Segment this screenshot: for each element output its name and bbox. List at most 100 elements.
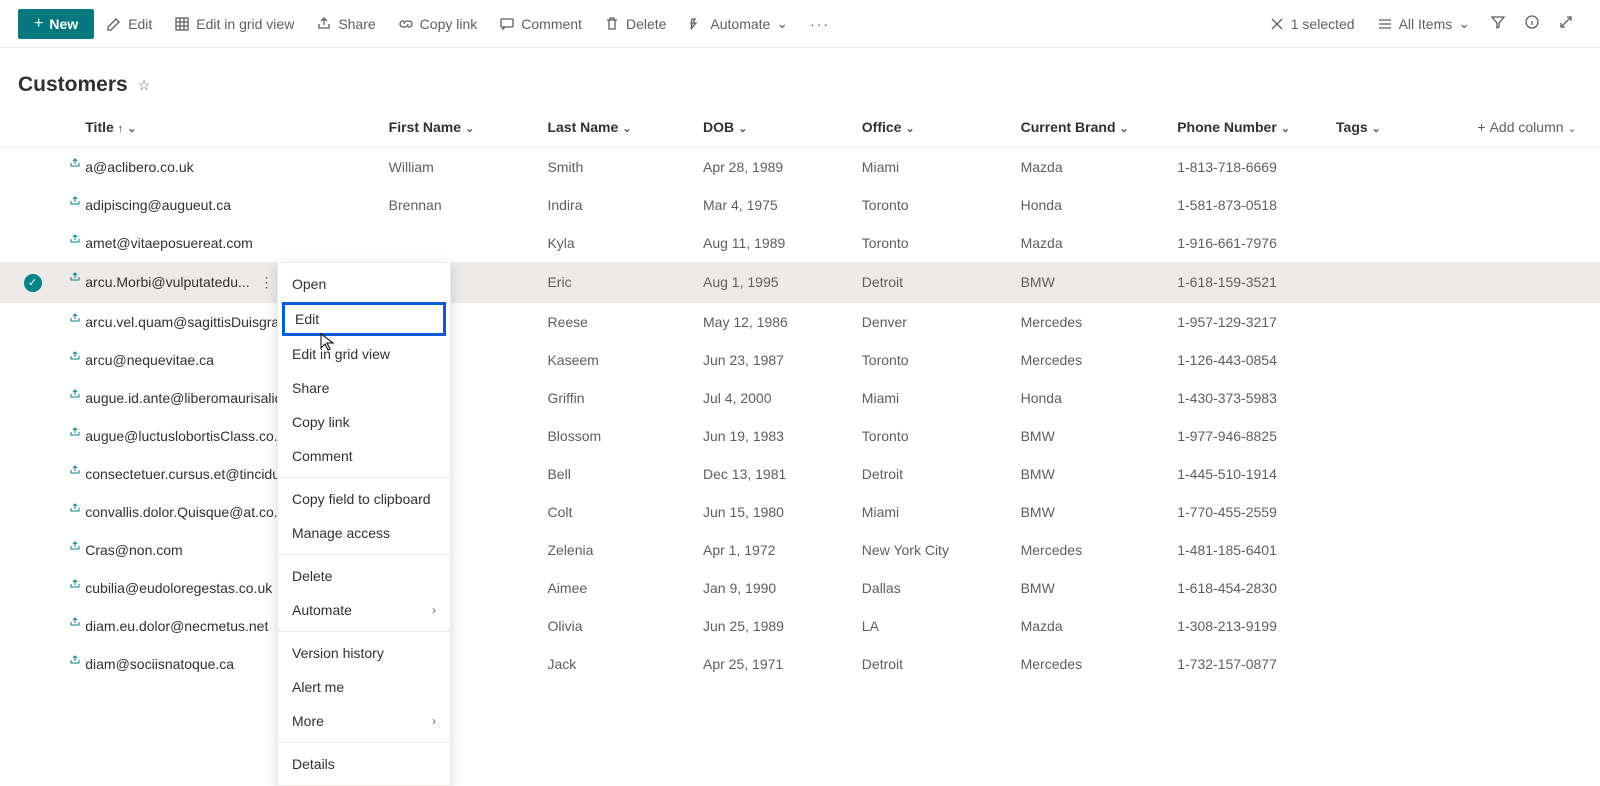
item-share-icon — [70, 234, 80, 244]
cell-dob: Jul 4, 2000 — [695, 379, 854, 417]
comment-button[interactable]: Comment — [489, 10, 592, 38]
row-more-icon[interactable]: ⋮ — [254, 274, 280, 290]
col-office[interactable]: Office⌄ — [854, 107, 1013, 148]
cell-office: Detroit — [854, 645, 1013, 683]
cm-open[interactable]: Open — [278, 267, 450, 301]
row-select[interactable] — [0, 186, 65, 224]
chevron-down-icon: ⌄ — [905, 123, 914, 135]
cm-details[interactable]: Details — [278, 747, 450, 781]
row-select[interactable] — [0, 531, 65, 569]
col-tags[interactable]: Tags⌄ — [1328, 107, 1469, 148]
cell-last: Eric — [539, 262, 695, 303]
cell-last: Zelenia — [539, 531, 695, 569]
cm-copy-link[interactable]: Copy link — [278, 405, 450, 439]
cell-brand: BMW — [1013, 569, 1170, 607]
checkmark-icon[interactable]: ✓ — [24, 274, 42, 292]
selection-count[interactable]: 1 selected — [1259, 16, 1365, 32]
new-button[interactable]: +New — [18, 9, 94, 39]
cell-office: Toronto — [854, 186, 1013, 224]
cell-title[interactable]: a@aclibero.co.uk — [65, 148, 380, 187]
close-icon — [1269, 16, 1285, 32]
cell-phone: 1-445-510-1914 — [1169, 455, 1328, 493]
item-share-icon — [70, 503, 80, 513]
automate-button[interactable]: Automate⌄ — [678, 9, 798, 38]
row-select[interactable] — [0, 417, 65, 455]
cell-office: New York City — [854, 531, 1013, 569]
copy-link-label: Copy link — [420, 16, 478, 32]
table-row[interactable]: cubilia@eudoloregestas.co.uk AimeeJan 9,… — [0, 569, 1600, 607]
col-last-name[interactable]: Last Name⌄ — [539, 107, 695, 148]
table-row[interactable]: Cras@non.com ZeleniaApr 1, 1972New York … — [0, 531, 1600, 569]
cm-alert-me[interactable]: Alert me — [278, 670, 450, 704]
table-row[interactable]: amet@vitaeposuereat.com KylaAug 11, 1989… — [0, 224, 1600, 262]
col-title[interactable]: Title ↑⌄ — [65, 107, 380, 148]
cell-dob: Apr 25, 1971 — [695, 645, 854, 683]
cm-comment[interactable]: Comment — [278, 439, 450, 473]
cm-more[interactable]: More› — [278, 704, 450, 738]
cm-edit[interactable]: Edit — [282, 302, 446, 336]
table-row[interactable]: arcu@nequevitae.ca KaseemJun 23, 1987Tor… — [0, 341, 1600, 379]
delete-button[interactable]: Delete — [594, 10, 676, 38]
chevron-down-icon: ⌄ — [1372, 123, 1381, 135]
row-select[interactable] — [0, 341, 65, 379]
cm-delete[interactable]: Delete — [278, 559, 450, 593]
cm-edit-grid[interactable]: Edit in grid view — [278, 337, 450, 371]
row-select[interactable] — [0, 379, 65, 417]
share-button[interactable]: Share — [306, 10, 385, 38]
expand-button[interactable] — [1550, 8, 1582, 39]
cell-office: Miami — [854, 379, 1013, 417]
cell-brand: Mazda — [1013, 148, 1170, 187]
cell-first: Brennan — [381, 186, 540, 224]
favorite-star-icon[interactable]: ☆ — [138, 77, 151, 94]
mouse-cursor-icon — [320, 333, 336, 353]
row-select[interactable] — [0, 224, 65, 262]
table-row[interactable]: consectetuer.cursus.et@tinciduntl BellDe… — [0, 455, 1600, 493]
table-row[interactable]: convallis.dolor.Quisque@at.co.uk ColtJun… — [0, 493, 1600, 531]
table-row[interactable]: arcu.vel.quam@sagittisDuisgravid ReeseMa… — [0, 303, 1600, 341]
cm-copy-field[interactable]: Copy field to clipboard — [278, 482, 450, 516]
link-icon — [398, 16, 414, 32]
more-button[interactable]: ··· — [800, 10, 840, 38]
col-dob[interactable]: DOB⌄ — [695, 107, 854, 148]
col-first-name[interactable]: First Name⌄ — [381, 107, 540, 148]
row-select[interactable] — [0, 607, 65, 645]
table-row[interactable]: diam@sociisnatoque.ca JackApr 25, 1971De… — [0, 645, 1600, 683]
chevron-down-icon: ⌄ — [738, 123, 747, 135]
filter-button[interactable] — [1482, 8, 1514, 39]
row-select[interactable] — [0, 303, 65, 341]
cell-last: Olivia — [539, 607, 695, 645]
row-select[interactable]: ✓ — [0, 262, 65, 303]
edit-button[interactable]: Edit — [96, 10, 162, 38]
cm-manage-access[interactable]: Manage access — [278, 516, 450, 550]
cell-phone: 1-618-159-3521 — [1169, 262, 1328, 303]
row-select[interactable] — [0, 148, 65, 187]
cm-automate[interactable]: Automate› — [278, 593, 450, 627]
chevron-down-icon: ⌄ — [1120, 123, 1129, 135]
table-row[interactable]: a@aclibero.co.uk WilliamSmithApr 28, 198… — [0, 148, 1600, 187]
table-row[interactable]: augue@luctuslobortisClass.co.uk BlossomJ… — [0, 417, 1600, 455]
table-row[interactable]: augue.id.ante@liberomaurisaliqua Griffin… — [0, 379, 1600, 417]
cell-last: Colt — [539, 493, 695, 531]
cell-brand: BMW — [1013, 262, 1170, 303]
row-select[interactable] — [0, 569, 65, 607]
cell-tags — [1328, 262, 1469, 303]
cm-share[interactable]: Share — [278, 371, 450, 405]
col-brand[interactable]: Current Brand⌄ — [1013, 107, 1170, 148]
add-column-button[interactable]: +Add column⌄ — [1469, 107, 1600, 148]
view-selector[interactable]: All Items⌄ — [1367, 15, 1480, 32]
table-row[interactable]: adipiscing@augueut.ca BrennanIndiraMar 4… — [0, 186, 1600, 224]
edit-grid-button[interactable]: Edit in grid view — [164, 10, 304, 38]
row-select[interactable] — [0, 455, 65, 493]
col-phone[interactable]: Phone Number⌄ — [1169, 107, 1328, 148]
table-row[interactable]: ✓arcu.Morbi@vulputatedu... ⋮EricAug 1, 1… — [0, 262, 1600, 303]
info-button[interactable] — [1516, 8, 1548, 39]
row-select[interactable] — [0, 645, 65, 683]
table-row[interactable]: diam.eu.dolor@necmetus.net OliviaJun 25,… — [0, 607, 1600, 645]
cell-title[interactable]: amet@vitaeposuereat.com — [65, 224, 380, 262]
cell-office: LA — [854, 607, 1013, 645]
cell-title[interactable]: adipiscing@augueut.ca — [65, 186, 380, 224]
row-select[interactable] — [0, 493, 65, 531]
copy-link-button[interactable]: Copy link — [388, 10, 488, 38]
cell-phone: 1-813-718-6669 — [1169, 148, 1328, 187]
cm-version-history[interactable]: Version history — [278, 636, 450, 670]
